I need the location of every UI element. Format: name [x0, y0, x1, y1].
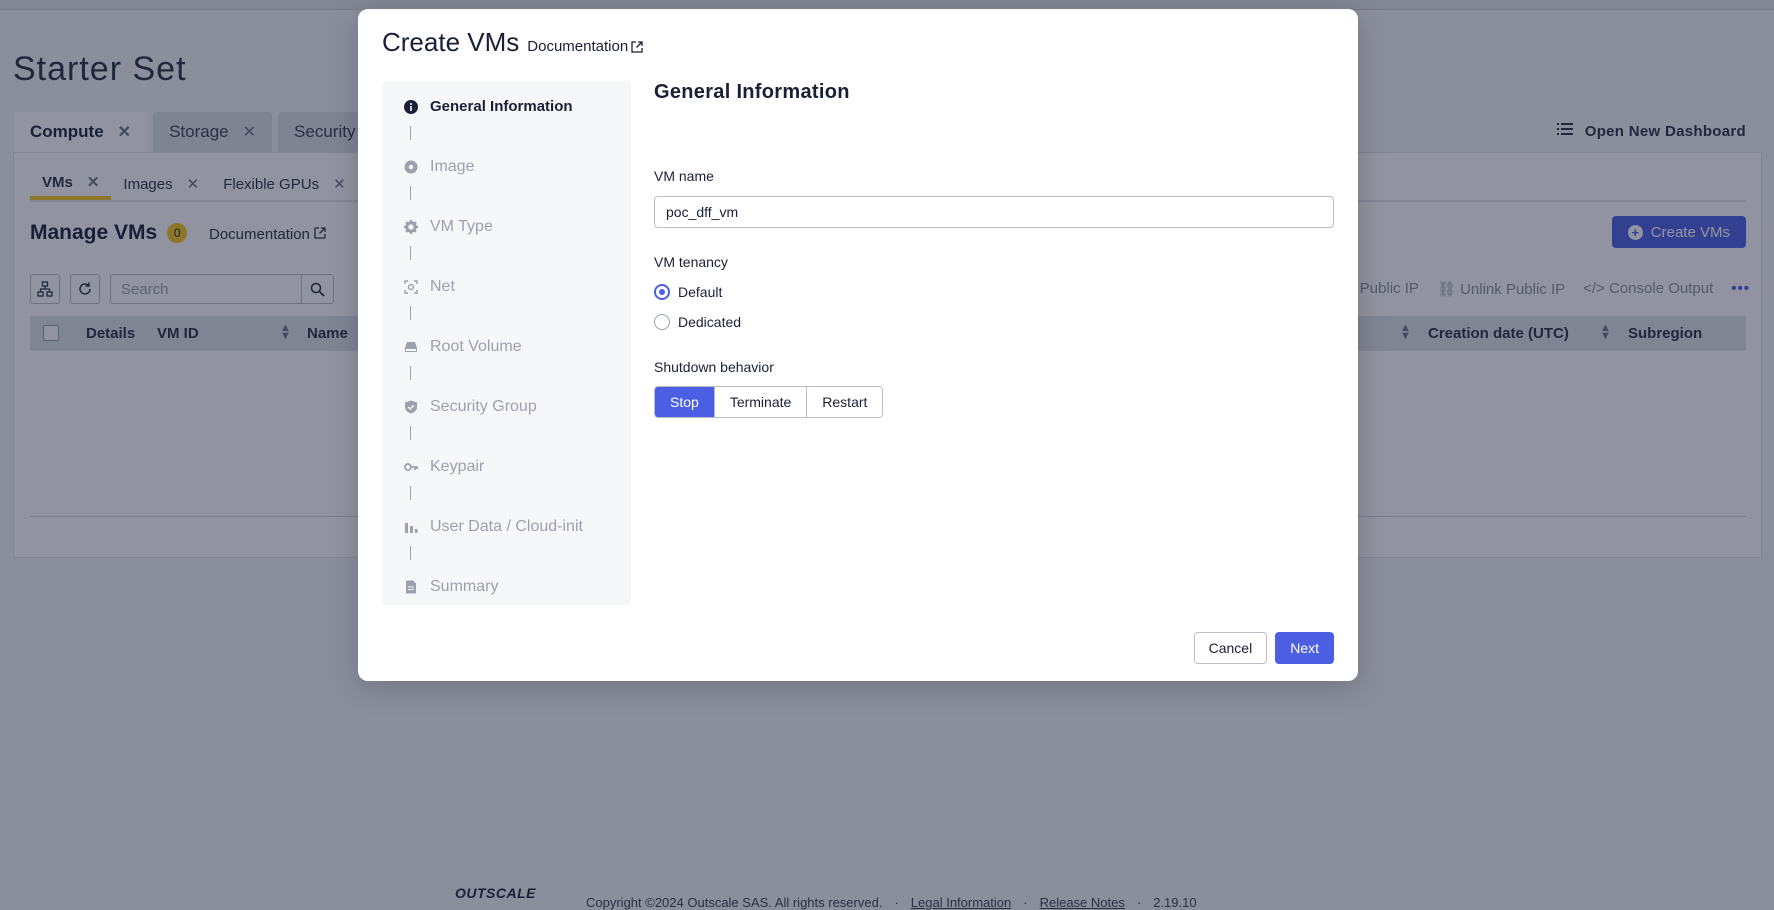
tenancy-default-option[interactable]: Default: [654, 277, 722, 307]
step-label: User Data / Cloud-init: [430, 518, 583, 535]
tenancy-dedicated-option[interactable]: Dedicated: [654, 307, 741, 337]
step-vm-type[interactable]: VM Type: [404, 218, 493, 236]
vm-tenancy-label: VM tenancy: [654, 254, 728, 270]
cancel-button[interactable]: Cancel: [1193, 632, 1268, 664]
step-keypair[interactable]: Keypair: [404, 458, 484, 476]
step-label: General Information: [430, 98, 573, 115]
step-label: Keypair: [430, 458, 485, 475]
step-label: Security Group: [430, 398, 537, 415]
modal-documentation-link[interactable]: Documentation: [527, 38, 643, 55]
step-connector: [410, 366, 411, 380]
modal-header: Create VMs Documentation: [382, 27, 643, 58]
step-label: Root Volume: [430, 338, 522, 355]
section-title: General Information: [654, 81, 850, 103]
drive-icon: [404, 340, 418, 354]
vm-name-input[interactable]: [654, 196, 1334, 228]
step-summary[interactable]: Summary: [404, 578, 498, 596]
network-icon: [404, 280, 418, 294]
shutdown-behavior-label: Shutdown behavior: [654, 359, 774, 375]
step-connector: [410, 306, 411, 320]
modal-footer: Cancel Next: [1193, 632, 1334, 664]
key-icon: [404, 460, 418, 474]
modal-documentation-label: Documentation: [527, 38, 629, 55]
step-user-data[interactable]: User Data / Cloud-init: [404, 518, 583, 536]
shutdown-terminate-button[interactable]: Terminate: [714, 387, 808, 417]
radio-label: Default: [678, 284, 723, 300]
radio-dedicated[interactable]: [654, 314, 670, 330]
step-connector: [410, 246, 411, 260]
step-security-group[interactable]: Security Group: [404, 398, 537, 416]
modal-title: Create VMs: [382, 27, 520, 57]
step-connector: [410, 486, 411, 500]
radio-default[interactable]: [654, 284, 670, 300]
chart-icon: [404, 520, 418, 534]
step-image[interactable]: Image: [404, 158, 474, 176]
shutdown-stop-button[interactable]: Stop: [655, 387, 715, 417]
step-label: Summary: [430, 578, 499, 595]
step-connector: [410, 126, 411, 140]
wizard-stepper: General Information Image VM Type Net Ro…: [382, 81, 631, 605]
external-link-icon: [631, 40, 643, 53]
step-label: VM Type: [430, 218, 493, 235]
vm-name-label: VM name: [654, 168, 714, 184]
step-connector: [410, 186, 411, 200]
info-icon: [404, 99, 418, 114]
step-connector: [410, 546, 411, 560]
shutdown-restart-button[interactable]: Restart: [807, 387, 883, 417]
next-button[interactable]: Next: [1275, 632, 1334, 664]
shutdown-behavior-toggle: Stop Terminate Restart: [654, 386, 884, 418]
step-general-information[interactable]: General Information: [404, 98, 573, 115]
gear-icon: [404, 220, 418, 234]
radio-label: Dedicated: [678, 314, 742, 330]
shield-icon: [404, 400, 418, 414]
step-root-volume[interactable]: Root Volume: [404, 338, 522, 356]
document-icon: [404, 580, 418, 594]
step-net[interactable]: Net: [404, 278, 455, 296]
disc-icon: [404, 160, 418, 174]
step-connector: [410, 426, 411, 440]
step-label: Net: [430, 278, 455, 295]
step-label: Image: [430, 158, 475, 175]
create-vms-modal: Create VMs Documentation General Informa…: [358, 9, 1358, 681]
